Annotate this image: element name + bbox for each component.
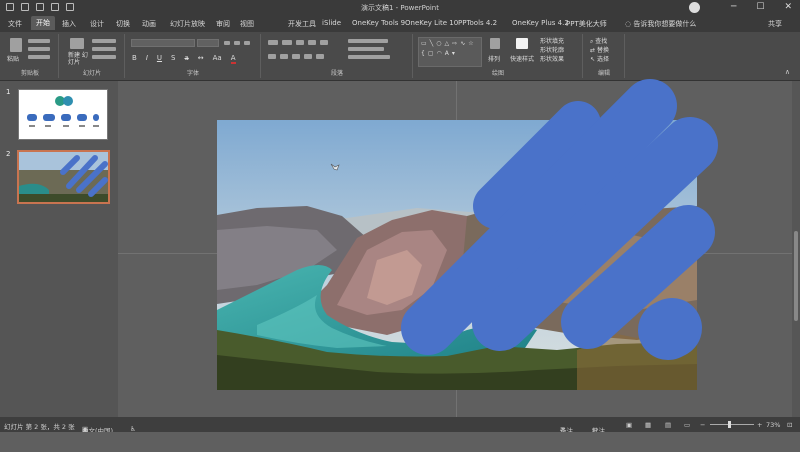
bottom-strip bbox=[0, 432, 800, 452]
normal-view-icon[interactable]: ▣ bbox=[626, 421, 632, 429]
fit-slide-icon[interactable]: ⊡ bbox=[787, 421, 792, 429]
zoom-slider-thumb[interactable] bbox=[728, 421, 731, 428]
stripe-shape-5[interactable] bbox=[638, 298, 702, 360]
zoom-in-button[interactable]: + bbox=[757, 421, 762, 429]
reading-view-icon[interactable]: ▤ bbox=[665, 421, 671, 429]
slide-sorter-icon[interactable]: ▦ bbox=[645, 421, 651, 429]
slide-counter: 幻灯片 第 2 张，共 2 张 bbox=[4, 423, 75, 431]
zoom-out-button[interactable]: − bbox=[700, 421, 705, 429]
zoom-level[interactable]: 73% bbox=[766, 421, 780, 429]
vertical-scrollbar[interactable] bbox=[792, 81, 800, 417]
slideshow-view-icon[interactable]: ▭ bbox=[684, 421, 690, 429]
scrollbar-thumb[interactable] bbox=[794, 231, 798, 321]
status-bar: 幻灯片 第 2 张，共 2 张 ▣ 中文(中国) ♿ ≡ 备注 ▭ 批注 ▣ ▦… bbox=[0, 417, 800, 435]
blue-stripe-shapes bbox=[401, 79, 718, 360]
zoom-slider[interactable] bbox=[710, 424, 754, 425]
